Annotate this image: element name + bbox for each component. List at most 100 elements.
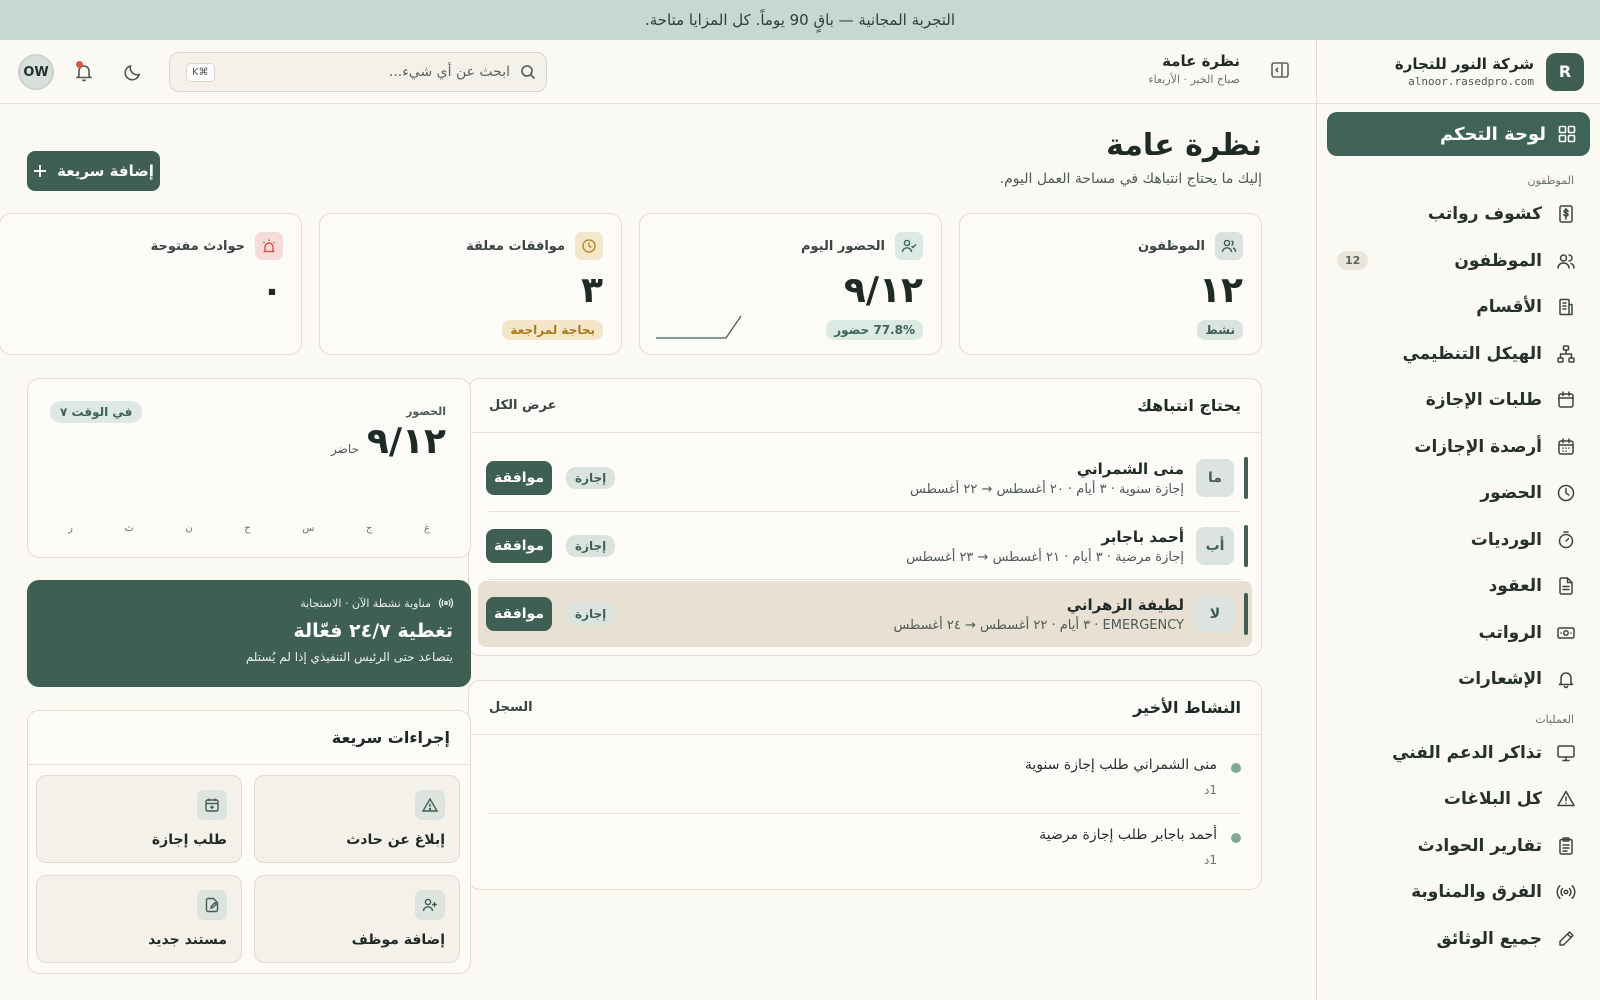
- approval-row[interactable]: لا لطيفة الزهراني EMERGENCY · ٣ أيام · ٢٢ …: [478, 581, 1252, 647]
- attendance-value: ٩/١٢: [366, 421, 446, 462]
- divider: [489, 813, 1241, 814]
- calendar-icon: [1556, 390, 1576, 410]
- top-header: نظرة عامة صباح الخير · الأربعاء ابحث عن …: [0, 40, 1316, 104]
- quick-action-label: طلب إجازة: [151, 832, 227, 848]
- activity-item[interactable]: أحمد باجابر طلب إجازة مرضية 1د: [489, 827, 1241, 867]
- moon-icon[interactable]: [123, 62, 143, 82]
- user-plus-icon: [415, 890, 445, 920]
- stat-label: الموظفون: [1137, 238, 1205, 254]
- nav-section-title: العمليات: [1535, 712, 1574, 726]
- sidebar-toggle-icon[interactable]: [1270, 60, 1290, 80]
- header-subtitle: صباح الخير · الأربعاء: [1148, 73, 1240, 86]
- coverage-top-text: مناوبة نشطة الآن · الاستجابة: [300, 596, 431, 610]
- sidebar-item[interactable]: أرصدة الإجازات: [1317, 424, 1600, 471]
- sidebar-item[interactable]: جميع الوثائق: [1317, 916, 1600, 963]
- stat-card-pending-approvals[interactable]: موافقات معلقة ٣ بحاجة لمراجعة: [319, 213, 622, 355]
- pen-icon: [1556, 929, 1576, 949]
- approval-row[interactable]: أب أحمد باجابر إجازة مرضية · ٣ أيام · ٢١ أ…: [478, 513, 1252, 579]
- activity-text: أحمد باجابر طلب إجازة مرضية: [1039, 827, 1217, 843]
- sidebar-item-label: طلبات الإجازة: [1425, 390, 1542, 411]
- sidebar-item-label: لوحة التحكم: [1439, 123, 1546, 145]
- sidebar-item[interactable]: الورديات: [1317, 517, 1600, 564]
- request-detail: EMERGENCY · ٣ أيام · ٢٢ أغسطس → ٢٤ أغسطس: [893, 617, 1184, 633]
- sidebar-item[interactable]: كشوف رواتب: [1317, 191, 1600, 238]
- activity-dot: [1231, 763, 1241, 773]
- activity-time: 1د: [1204, 783, 1217, 797]
- sidebar-item[interactable]: الفرق والمناوبة: [1317, 869, 1600, 916]
- request-leave-button[interactable]: طلب إجازة: [36, 775, 242, 863]
- sidebar-item[interactable]: الهيكل التنظيمي: [1317, 331, 1600, 378]
- quick-add-button[interactable]: إضافة سريعة: [27, 151, 160, 191]
- stat-card-attendance-today[interactable]: الحضور اليوم ٩/١٢ 77.8% حضور: [639, 213, 942, 355]
- weekday-label: غ: [424, 523, 430, 534]
- sidebar-item-label: الفرق والمناوبة: [1411, 882, 1542, 903]
- activity-item[interactable]: منى الشمراني طلب إجازة سنوية 1د: [489, 757, 1241, 797]
- quick-action-label: إضافة موظف: [351, 932, 445, 948]
- approval-row[interactable]: ما منى الشمراني إجازة سنوية · ٣ أيام · ٢٠ …: [478, 445, 1252, 511]
- request-detail: إجازة مرضية · ٣ أيام · ٢١ أغسطس → ٢٣ أغس…: [906, 549, 1184, 565]
- monitor-icon: [1556, 743, 1576, 763]
- radio-icon: [439, 596, 453, 610]
- sidebar-item[interactable]: الأقسام: [1317, 284, 1600, 331]
- bell-icon: [1556, 669, 1576, 689]
- page-title: نظرة عامة: [1106, 128, 1262, 163]
- divider: [489, 511, 1241, 512]
- search-placeholder: ابحث عن أي شيء...: [388, 64, 510, 80]
- attendance-sparkline: [656, 315, 742, 339]
- stat-card-employees[interactable]: الموظفون ١٢ نشط: [959, 213, 1262, 355]
- sidebar-item-label: الإشعارات: [1458, 669, 1542, 690]
- type-tag: إجازة: [566, 603, 616, 625]
- employee-name: منى الشمراني: [1076, 459, 1184, 478]
- sidebar-item-label: كل البلاغات: [1443, 789, 1542, 810]
- sidebar-item[interactable]: العقود: [1317, 563, 1600, 610]
- header-title-block: نظرة عامة صباح الخير · الأربعاء: [1148, 52, 1240, 86]
- quick-action-label: إبلاغ عن حادث: [346, 832, 445, 848]
- org-chart-icon: [1556, 344, 1576, 364]
- activity-log-link[interactable]: السجل: [489, 700, 533, 715]
- warning-icon: [415, 790, 445, 820]
- sidebar-item[interactable]: الموظفون 12: [1317, 238, 1600, 285]
- header-title: نظرة عامة: [1162, 52, 1240, 70]
- weekday-label: ح: [244, 523, 251, 534]
- sidebar-item[interactable]: كل البلاغات: [1317, 776, 1600, 823]
- stat-card-open-incidents[interactable]: حوادث مفتوحة ٠: [0, 213, 302, 355]
- sidebar-item-dashboard[interactable]: لوحة التحكم: [1327, 112, 1590, 156]
- sidebar: R شركة النور للتجارة alnoor.rasedpro.com…: [1316, 40, 1600, 1000]
- trial-banner-text: التجربة المجانية — باقٍ 90 يوماً. كل الم…: [644, 11, 956, 29]
- sidebar-item-label: العقود: [1488, 576, 1542, 597]
- sidebar-item[interactable]: الرواتب: [1317, 610, 1600, 657]
- warning-icon: [1556, 789, 1576, 809]
- new-document-button[interactable]: مستند جديد: [36, 875, 242, 963]
- sidebar-item[interactable]: تقارير الحوادث: [1317, 823, 1600, 870]
- calendar-plus-icon: [197, 790, 227, 820]
- sidebar-item[interactable]: تذاكر الدعم الفني: [1317, 730, 1600, 777]
- sidebar-item[interactable]: الحضور: [1317, 470, 1600, 517]
- sidebar-item-label: تذاكر الدعم الفني: [1392, 742, 1542, 763]
- add-employee-button[interactable]: إضافة موظف: [254, 875, 460, 963]
- sidebar-item[interactable]: الإشعارات: [1317, 656, 1600, 703]
- document-icon: [1556, 576, 1576, 596]
- grid-icon: [1558, 125, 1576, 143]
- row-accent-bar: [1244, 525, 1248, 567]
- approve-button[interactable]: موافقة: [486, 529, 552, 563]
- approve-button[interactable]: موافقة: [486, 597, 552, 631]
- weekday-label: س: [302, 523, 315, 534]
- attendance-card: الحضور ٩/١٢ حاضر في الوقت ٧ غ ج س ح ن ث ر: [27, 378, 471, 558]
- attention-card: يحتاج انتباهك عرض الكل ما منى الشمراني إجا…: [468, 378, 1262, 656]
- weekday-label: ن: [185, 523, 193, 534]
- nav-section-title: الموظفون: [1527, 174, 1574, 187]
- stat-label: الحضور اليوم: [801, 238, 885, 254]
- search-input[interactable]: ابحث عن أي شيء... K⌘: [169, 52, 547, 92]
- sidebar-item[interactable]: طلبات الإجازة: [1317, 377, 1600, 424]
- notification-dot: [76, 61, 83, 68]
- shortcut-hint: K⌘: [186, 62, 215, 82]
- approve-button[interactable]: موافقة: [486, 461, 552, 495]
- sidebar-item-label: كشوف رواتب: [1427, 204, 1542, 225]
- request-detail: إجازة سنوية · ٣ أيام · ٢٠ أغسطس → ٢٢ أغس…: [910, 481, 1184, 497]
- view-all-link[interactable]: عرض الكل: [489, 398, 556, 413]
- report-incident-button[interactable]: إبلاغ عن حادث: [254, 775, 460, 863]
- building-icon: [1556, 297, 1576, 317]
- attendance-unit: حاضر: [331, 442, 359, 456]
- brand[interactable]: R شركة النور للتجارة alnoor.rasedpro.com: [1317, 40, 1600, 104]
- user-avatar[interactable]: OW: [18, 54, 54, 90]
